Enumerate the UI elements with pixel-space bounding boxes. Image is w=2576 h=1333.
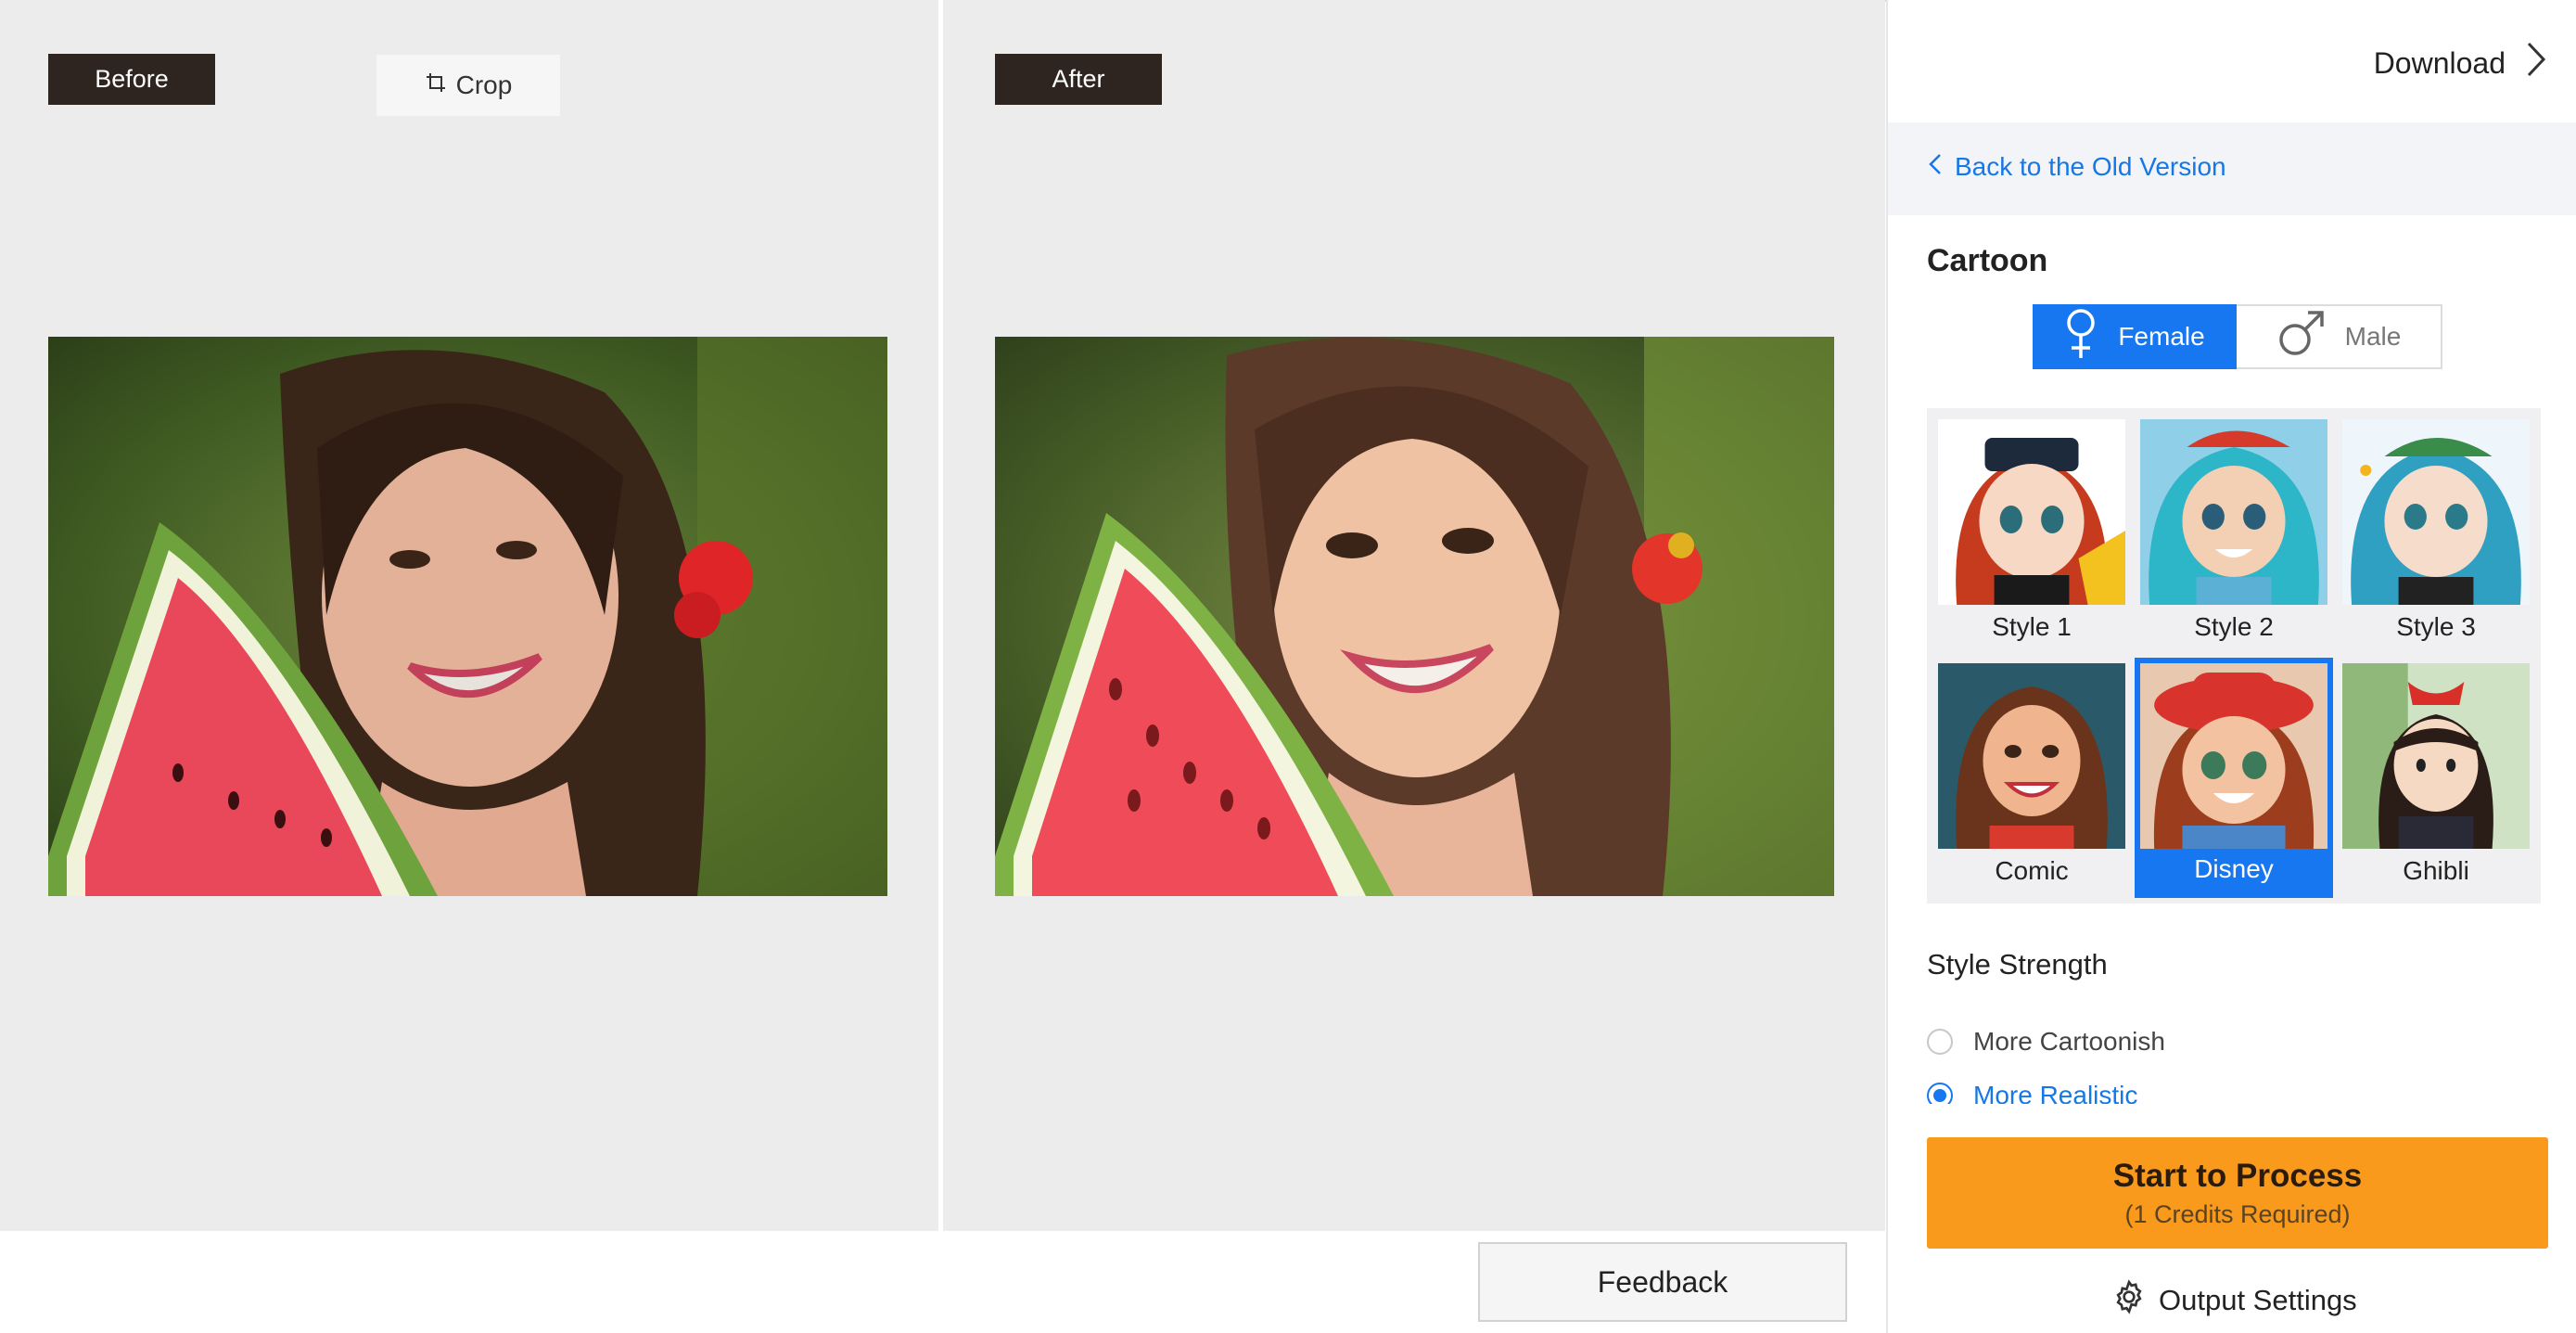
disney-thumbnail bbox=[2135, 658, 2333, 854]
radio-more-cartoonish[interactable]: More Cartoonish bbox=[1927, 1027, 2165, 1057]
crop-label: Crop bbox=[455, 70, 513, 99]
output-settings-label: Output Settings bbox=[2159, 1284, 2357, 1316]
style-grid: Style 1 Style 2 Style 3 Comic Disney Ghi… bbox=[1927, 408, 2541, 904]
back-to-old-version-link[interactable]: Back to the Old Version bbox=[1929, 152, 2226, 182]
radio-more-realistic[interactable]: More Realistic bbox=[1927, 1081, 2137, 1104]
back-link-label: Back to the Old Version bbox=[1955, 152, 2226, 181]
style-option-style-1[interactable]: Style 1 bbox=[1932, 414, 2131, 654]
style-option-style-3[interactable]: Style 3 bbox=[2337, 414, 2535, 654]
style-1-label: Style 1 bbox=[1992, 612, 2072, 641]
scroll-clip: More Realistic bbox=[1888, 1067, 2576, 1104]
radio-button bbox=[1927, 1029, 1953, 1055]
female-icon bbox=[2064, 308, 2098, 366]
female-label: Female bbox=[2118, 322, 2205, 351]
comic-label: Comic bbox=[1995, 856, 2069, 885]
after-preview-pane: After bbox=[943, 0, 1885, 1231]
before-preview-pane: Before Crop bbox=[0, 0, 938, 1231]
radio-label-realistic: More Realistic bbox=[1973, 1081, 2138, 1104]
style-3-label: Style 3 bbox=[2396, 612, 2476, 641]
ghibli-label: Ghibli bbox=[2403, 856, 2469, 885]
chevron-right-icon bbox=[2526, 41, 2546, 85]
output-settings-button[interactable]: Output Settings bbox=[2111, 1278, 2357, 1323]
style-2-thumbnail bbox=[2140, 419, 2327, 605]
credits-required-label: (1 Credits Required) bbox=[2124, 1199, 2351, 1228]
style-option-disney[interactable]: Disney bbox=[2135, 658, 2333, 898]
before-tag: Before bbox=[48, 54, 215, 105]
feedback-button[interactable]: Feedback bbox=[1478, 1242, 1847, 1322]
male-icon bbox=[2276, 310, 2325, 365]
back-bar: Back to the Old Version bbox=[1888, 122, 2576, 215]
style-option-style-2[interactable]: Style 2 bbox=[2135, 414, 2333, 654]
style-2-label: Style 2 bbox=[2194, 612, 2274, 641]
settings-panel: Download Back to the Old Version Cartoon bbox=[1886, 0, 2576, 1333]
male-option[interactable]: Male bbox=[2237, 304, 2442, 369]
original-photo bbox=[48, 337, 887, 896]
process-label: Start to Process bbox=[2112, 1157, 2363, 1194]
after-tag: After bbox=[995, 54, 1162, 105]
radio-button-checked bbox=[1927, 1083, 1953, 1104]
download-button[interactable]: Download bbox=[2374, 41, 2546, 85]
gender-toggle: Female Male bbox=[2033, 304, 2442, 369]
download-label: Download bbox=[2373, 45, 2506, 80]
cartoonized-photo bbox=[995, 337, 1834, 896]
style-option-ghibli[interactable]: Ghibli bbox=[2337, 658, 2535, 898]
comic-thumbnail bbox=[1938, 663, 2125, 849]
style-3-thumbnail bbox=[2342, 419, 2530, 605]
style-1-thumbnail bbox=[1938, 419, 2125, 605]
crop-icon bbox=[425, 70, 447, 100]
crop-button[interactable]: Crop bbox=[376, 54, 561, 117]
gear-icon bbox=[2111, 1278, 2148, 1323]
chevron-left-icon bbox=[1929, 152, 1942, 182]
section-title: Cartoon bbox=[1927, 243, 2048, 278]
style-option-comic[interactable]: Comic bbox=[1932, 658, 2131, 898]
style-strength-title: Style Strength bbox=[1927, 948, 2108, 981]
start-to-process-button[interactable]: Start to Process (1 Credits Required) bbox=[1927, 1137, 2548, 1249]
disney-label: Disney bbox=[2194, 854, 2274, 883]
male-label: Male bbox=[2344, 322, 2402, 351]
ghibli-thumbnail bbox=[2342, 663, 2530, 849]
female-option[interactable]: Female bbox=[2033, 304, 2237, 369]
radio-label-cartoonish: More Cartoonish bbox=[1973, 1027, 2165, 1056]
